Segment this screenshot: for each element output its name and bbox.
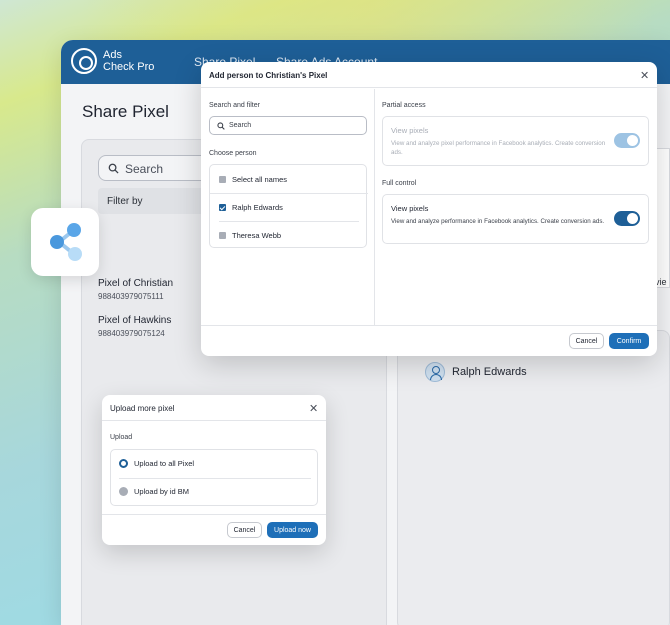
pixel-id: 988403979075124 — [98, 329, 165, 338]
pixel-item-christian[interactable]: Pixel of Christian 988403979075111 — [98, 278, 173, 301]
logo-line-1: Ads — [103, 49, 122, 61]
radio-unselected-icon[interactable] — [119, 487, 128, 496]
search-icon — [108, 163, 119, 177]
logo-icon — [71, 48, 97, 74]
filter-by-dropdown[interactable]: Filter by — [98, 188, 218, 214]
modal-footer-divider — [201, 325, 657, 326]
modal-footer-divider — [102, 514, 326, 515]
modal-title: Upload more pixel — [102, 395, 326, 421]
person-label: Ralph Edwards — [232, 203, 283, 212]
partial-access-option: View pixels View and analyze pixel perfo… — [382, 116, 649, 166]
divider — [219, 221, 359, 222]
page-title: Share Pixel — [82, 102, 169, 121]
logo-line-2: Check Pro — [103, 61, 155, 73]
share-icon-card — [31, 208, 99, 276]
logo-text: Ads Check Pro — [103, 49, 154, 73]
access-title: View pixels — [391, 204, 429, 213]
partial-access-toggle — [614, 133, 640, 148]
divider — [119, 478, 311, 479]
person-ralph-edwards[interactable]: Ralph Edwards — [219, 203, 283, 212]
upload-pixel-modal: Upload more pixel ✕ Upload Upload to all… — [102, 395, 326, 545]
modal-title: Add person to Christian's Pixel — [201, 62, 657, 88]
share-icon — [50, 223, 82, 261]
cancel-button[interactable]: Cancel — [227, 522, 262, 538]
person-search-input[interactable]: Search — [209, 116, 367, 135]
cancel-button[interactable]: Cancel — [569, 333, 604, 349]
toggle-knob — [627, 135, 638, 146]
upload-now-button[interactable]: Upload now — [267, 522, 318, 538]
radio-selected-icon[interactable] — [119, 459, 128, 468]
option-label: Upload to all Pixel — [134, 459, 195, 468]
person-select-all[interactable]: Select all names — [219, 175, 287, 184]
pixel-name: Pixel of Christian — [98, 278, 174, 289]
choose-person-label: Choose person — [209, 150, 257, 157]
close-icon[interactable]: ✕ — [640, 69, 649, 82]
close-icon[interactable]: ✕ — [309, 402, 318, 415]
person-list: Select all names Ralph Edwards Theresa W… — [209, 164, 368, 248]
upload-options: Upload to all Pixel Upload by id BM — [110, 449, 318, 506]
upload-label: Upload — [110, 434, 133, 441]
selected-person-name: Ralph Edwards — [452, 366, 527, 378]
pixel-item-hawkins[interactable]: Pixel of Hawkins 988403979075124 — [98, 315, 171, 338]
search-filter-label: Search and filter — [209, 102, 260, 109]
full-control-toggle[interactable] — [614, 211, 640, 226]
full-control-option: View pixels View and analyze performance… — [382, 194, 649, 244]
confirm-button[interactable]: Confirm — [609, 333, 649, 349]
checkbox-checked-icon[interactable] — [219, 204, 226, 211]
divider — [210, 193, 368, 194]
person-label: Theresa Webb — [232, 231, 282, 240]
person-label: Select all names — [232, 175, 288, 184]
pixel-name: Pixel of Hawkins — [98, 315, 172, 326]
toggle-knob — [627, 213, 638, 224]
partial-access-label: Partial access — [382, 102, 426, 109]
person-theresa-webb[interactable]: Theresa Webb — [219, 231, 281, 240]
option-upload-all[interactable]: Upload to all Pixel — [119, 459, 194, 468]
access-title: View pixels — [391, 126, 429, 135]
access-description: View and analyze pixel performance in Fa… — [391, 140, 606, 156]
full-control-label: Full control — [382, 180, 417, 187]
person-search-placeholder: Search — [229, 122, 252, 129]
selected-person-row[interactable]: Ralph Edwards — [425, 362, 527, 382]
checkbox-unchecked-icon[interactable] — [219, 232, 226, 239]
checkbox-unchecked-icon[interactable] — [219, 176, 226, 183]
pixel-id: 988403979075111 — [98, 292, 164, 301]
user-avatar-icon — [425, 362, 445, 382]
access-description: View and analyze performance in Facebook… — [391, 218, 605, 225]
app-logo[interactable]: Ads Check Pro — [71, 48, 154, 74]
column-divider — [374, 89, 375, 325]
option-upload-by-bm[interactable]: Upload by id BM — [119, 487, 189, 496]
search-icon — [217, 122, 225, 132]
add-person-modal: Add person to Christian's Pixel ✕ Search… — [201, 62, 657, 356]
pixel-search-placeholder: Search — [125, 162, 164, 176]
pixel-search-input[interactable]: Search — [98, 155, 218, 181]
option-label: Upload by id BM — [134, 487, 190, 496]
